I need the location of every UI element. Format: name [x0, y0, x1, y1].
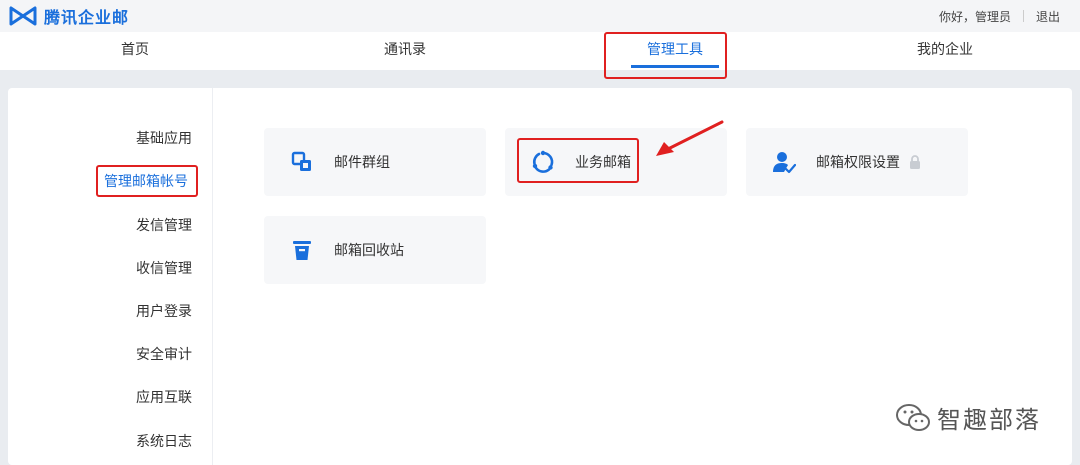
sidebar-item-send-management[interactable]: 发信管理	[136, 216, 192, 236]
tab-admin-tools[interactable]: 管理工具	[540, 32, 810, 70]
user-greeting: 你好，管理员	[938, 9, 1011, 24]
tab-my-company[interactable]: 我的企业	[810, 32, 1080, 70]
logo-icon	[9, 6, 37, 26]
user-box: 你好，管理员 退出	[939, 8, 1060, 25]
logo[interactable]: 腾讯企业邮	[8, 4, 129, 28]
sidebar-item-manage-accounts[interactable]: 管理邮箱帐号	[104, 172, 188, 192]
logout-link[interactable]: 退出	[1036, 8, 1060, 25]
card-mail-group[interactable]: 邮件群组	[264, 128, 486, 196]
app-name: 腾讯企业邮	[44, 8, 130, 27]
business-mailbox-icon	[532, 150, 554, 173]
sidebar: 基础应用 管理邮箱帐号 发信管理 收信管理 用户登录 安全审计 应用互联 系统日…	[8, 88, 213, 465]
card-label: 邮箱回收站	[334, 243, 404, 259]
wechat-icon	[896, 403, 930, 431]
top-bar: 腾讯企业邮 你好，管理员 退出	[0, 0, 1080, 32]
sidebar-item-system-log[interactable]: 系统日志	[136, 432, 192, 452]
lock-icon	[910, 155, 920, 169]
sidebar-item-security-audit[interactable]: 安全审计	[136, 345, 192, 365]
sidebar-item-app-interconnect[interactable]: 应用互联	[136, 388, 192, 408]
sidebar-item-receive-management[interactable]: 收信管理	[136, 259, 192, 279]
card-label: 业务邮箱	[575, 155, 631, 171]
watermark-text: 智趣部落	[937, 406, 1041, 434]
card-label: 邮箱权限设置	[816, 155, 900, 171]
active-tab-underline	[631, 65, 719, 68]
group-icon	[291, 151, 311, 171]
tab-home[interactable]: 首页	[0, 32, 270, 70]
card-mailbox-recycle-bin[interactable]: 邮箱回收站	[264, 216, 486, 284]
sidebar-item-basic-apps[interactable]: 基础应用	[136, 129, 192, 149]
main-nav: 首页 通讯录 管理工具 我的企业	[0, 32, 1080, 70]
tab-admin-tools-label: 管理工具	[647, 42, 703, 58]
watermark: 智趣部落	[895, 400, 1041, 435]
trash-icon	[293, 241, 311, 260]
annotation-arrow-icon	[656, 120, 724, 156]
user-permission-icon	[773, 152, 796, 174]
card-mailbox-permissions[interactable]: 邮箱权限设置	[746, 128, 968, 196]
divider	[1022, 10, 1024, 22]
sidebar-item-user-login[interactable]: 用户登录	[136, 302, 192, 322]
card-label: 邮件群组	[334, 155, 390, 171]
tab-contacts[interactable]: 通讯录	[270, 32, 540, 70]
